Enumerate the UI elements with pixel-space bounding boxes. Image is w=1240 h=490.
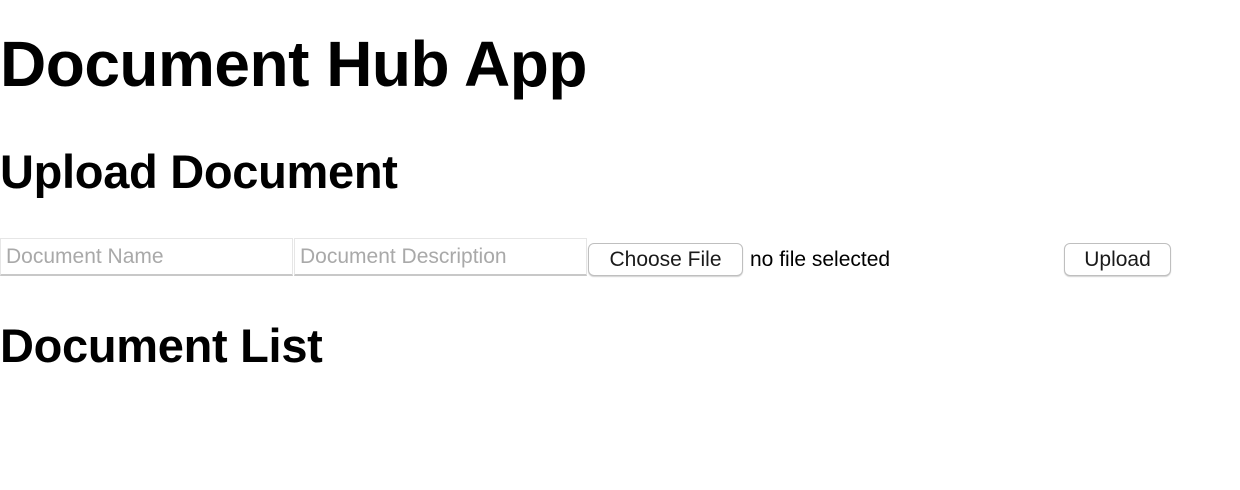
choose-file-button[interactable]: Choose File — [588, 243, 743, 276]
upload-section-title: Upload Document — [0, 145, 398, 198]
document-list — [0, 380, 1240, 390]
document-name-input[interactable] — [0, 238, 293, 276]
upload-button[interactable]: Upload — [1064, 243, 1171, 276]
document-list-title: Document List — [0, 319, 323, 372]
page: Document Hub App Upload Document Choose … — [0, 0, 1240, 490]
file-status-label: no file selected — [750, 248, 891, 271]
app-title: Document Hub App — [0, 28, 587, 100]
document-description-input[interactable] — [294, 238, 587, 276]
upload-form: Choose File no file selected Upload — [0, 238, 1240, 280]
